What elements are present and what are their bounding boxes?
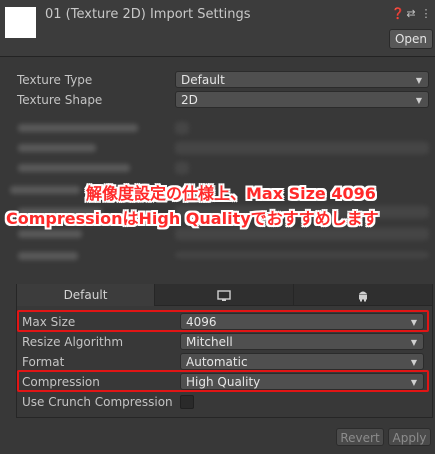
tab-default[interactable]: Default — [17, 284, 155, 306]
texture-type-dropdown[interactable]: Default ▼ — [175, 71, 429, 88]
menu-icon[interactable]: ⋮ — [420, 7, 432, 21]
monitor-icon — [217, 288, 231, 302]
texture-thumbnail — [5, 7, 36, 38]
compression-highlight — [17, 370, 429, 392]
tab-standalone[interactable] — [155, 284, 294, 306]
chevron-down-icon: ▼ — [410, 338, 417, 347]
revert-button[interactable]: Revert — [336, 428, 384, 446]
texture-type-label: Texture Type — [17, 73, 93, 87]
resize-algorithm-label: Resize Algorithm — [22, 335, 124, 349]
tab-android[interactable] — [294, 284, 432, 306]
texture-shape-dropdown[interactable]: 2D ▼ — [175, 91, 429, 108]
format-label: Format — [22, 355, 65, 369]
open-button[interactable]: Open — [389, 29, 433, 49]
resize-algorithm-value: Mitchell — [186, 335, 233, 349]
resize-algorithm-dropdown[interactable]: Mitchell ▼ — [180, 333, 424, 350]
max-size-highlight — [17, 310, 429, 332]
apply-button[interactable]: Apply — [388, 428, 431, 446]
annotation-line-2: CompressionはHigh Qualityでおすすめします — [6, 209, 379, 228]
chevron-down-icon: ▼ — [415, 76, 422, 85]
android-icon — [357, 288, 369, 302]
chevron-down-icon: ▼ — [415, 96, 422, 105]
texture-type-value: Default — [181, 73, 225, 87]
help-icon[interactable]: ❓ — [391, 7, 405, 21]
chevron-down-icon: ▼ — [410, 358, 417, 367]
texture-shape-label: Texture Shape — [17, 93, 103, 107]
format-value: Automatic — [186, 355, 248, 369]
format-dropdown[interactable]: Automatic ▼ — [180, 353, 424, 370]
texture-shape-value: 2D — [181, 93, 198, 107]
inspector-title: 01 (Texture 2D) Import Settings — [45, 7, 251, 22]
crunch-compression-checkbox[interactable] — [180, 395, 194, 409]
preset-icon[interactable]: ⇄ — [405, 7, 417, 21]
crunch-compression-label: Use Crunch Compression — [22, 395, 173, 409]
annotation-line-1: 解像度設定の仕様上、Max Size 4096 — [86, 184, 376, 203]
